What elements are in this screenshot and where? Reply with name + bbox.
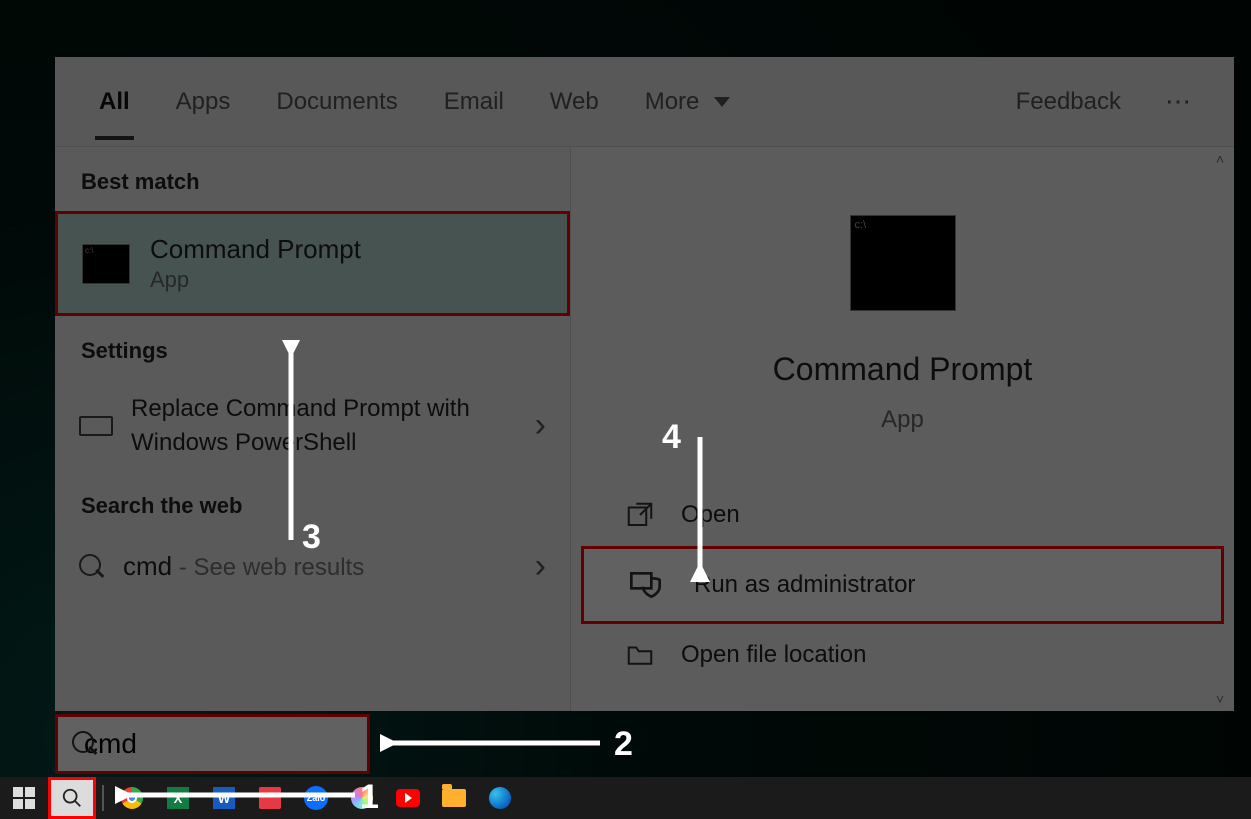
action-open-loc-label: Open file location bbox=[681, 641, 866, 669]
search-box[interactable] bbox=[55, 714, 370, 774]
taskbar-zalo[interactable]: Zalo bbox=[294, 779, 338, 817]
taskbar-word[interactable]: W bbox=[202, 779, 246, 817]
best-match-title: Command Prompt bbox=[150, 234, 361, 265]
best-match-result[interactable]: Command Prompt App bbox=[55, 211, 570, 316]
start-button[interactable] bbox=[2, 779, 46, 817]
paint-icon bbox=[351, 787, 373, 809]
tab-all[interactable]: All bbox=[95, 64, 134, 140]
tab-apps[interactable]: Apps bbox=[172, 64, 235, 140]
action-open-label: Open bbox=[681, 501, 740, 529]
tab-more[interactable]: More bbox=[641, 64, 734, 140]
action-open-file-location[interactable]: Open file location bbox=[571, 624, 1234, 686]
word-icon: W bbox=[213, 787, 235, 809]
settings-result-label: Replace Command Prompt with Windows Powe… bbox=[131, 392, 517, 459]
taskbar-search-button[interactable] bbox=[48, 777, 96, 819]
folder-icon bbox=[442, 789, 466, 807]
windows-logo-icon bbox=[13, 787, 35, 809]
web-result-cmd[interactable]: cmd - See web results › bbox=[55, 535, 570, 598]
search-icon bbox=[79, 554, 105, 580]
command-prompt-icon bbox=[850, 215, 956, 311]
taskbar: X W Zalo bbox=[0, 777, 1251, 819]
search-input[interactable] bbox=[84, 728, 445, 760]
settings-header: Settings bbox=[55, 316, 570, 380]
folder-icon bbox=[625, 640, 655, 670]
chevron-right-icon: › bbox=[535, 547, 546, 586]
action-run-admin-label: Run as administrator bbox=[694, 571, 915, 599]
taskbar-edge[interactable] bbox=[478, 779, 522, 817]
tab-web[interactable]: Web bbox=[546, 64, 603, 140]
web-result-query: cmd bbox=[123, 551, 172, 581]
excel-icon: X bbox=[167, 787, 189, 809]
taskbar-chrome[interactable] bbox=[110, 779, 154, 817]
taskbar-paint[interactable] bbox=[340, 779, 384, 817]
search-tabs: All Apps Documents Email Web More Feedba… bbox=[55, 57, 1234, 147]
red-app-icon bbox=[259, 787, 281, 809]
edge-icon bbox=[489, 787, 511, 809]
shield-icon bbox=[638, 565, 668, 605]
keyboard-icon bbox=[79, 416, 113, 436]
command-prompt-icon bbox=[82, 244, 130, 284]
taskbar-excel[interactable]: X bbox=[156, 779, 200, 817]
more-options-icon[interactable]: ⋯ bbox=[1165, 86, 1194, 117]
chevron-down-icon bbox=[714, 97, 730, 107]
scroll-down-icon[interactable]: ˅ bbox=[1210, 689, 1230, 709]
results-column: Best match Command Prompt App Settings R… bbox=[55, 147, 571, 711]
taskbar-separator bbox=[102, 785, 104, 811]
preview-title: Command Prompt bbox=[773, 351, 1033, 388]
best-match-header: Best match bbox=[55, 147, 570, 211]
action-run-as-administrator[interactable]: Run as administrator bbox=[581, 546, 1224, 624]
feedback-link[interactable]: Feedback bbox=[1012, 64, 1125, 140]
preview-column: ˄ Command Prompt App Open Run as admi bbox=[571, 147, 1234, 711]
taskbar-youtube[interactable] bbox=[386, 779, 430, 817]
tab-email[interactable]: Email bbox=[440, 64, 508, 140]
preview-subtitle: App bbox=[881, 406, 924, 434]
scroll-up-icon[interactable]: ˄ bbox=[1210, 149, 1230, 169]
taskbar-file-explorer[interactable] bbox=[432, 779, 476, 817]
annotation-2: 2 bbox=[614, 725, 633, 764]
chrome-icon bbox=[121, 787, 143, 809]
best-match-subtitle: App bbox=[150, 267, 361, 293]
taskbar-app-red[interactable] bbox=[248, 779, 292, 817]
web-result-suffix: - See web results bbox=[172, 554, 364, 581]
chevron-right-icon: › bbox=[535, 406, 546, 445]
settings-result-replace-cmd[interactable]: Replace Command Prompt with Windows Powe… bbox=[55, 380, 570, 471]
search-web-header: Search the web bbox=[55, 471, 570, 535]
tab-more-label: More bbox=[645, 88, 700, 115]
start-search-panel: All Apps Documents Email Web More Feedba… bbox=[55, 57, 1234, 711]
zalo-icon: Zalo bbox=[304, 786, 328, 810]
open-icon bbox=[625, 500, 655, 530]
tab-documents[interactable]: Documents bbox=[272, 64, 401, 140]
youtube-icon bbox=[396, 789, 420, 807]
action-open[interactable]: Open bbox=[571, 484, 1234, 546]
